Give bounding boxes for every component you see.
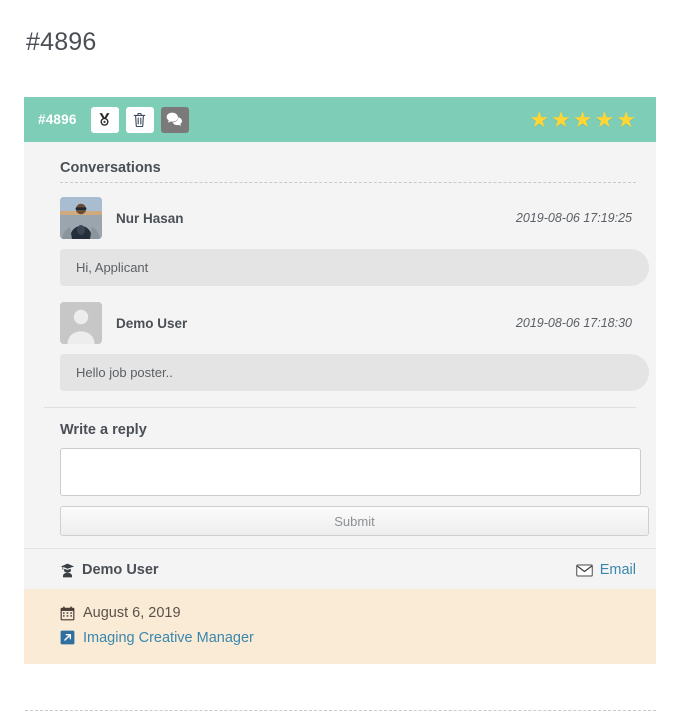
- card-body: Conversations Nur Hasan 2019-08-06 17:19…: [24, 142, 656, 536]
- star-icon[interactable]: ★: [595, 108, 615, 131]
- job-title-row: Imaging Creative Manager: [60, 626, 636, 651]
- award-button[interactable]: [90, 106, 119, 133]
- calendar-icon: [60, 606, 75, 621]
- applicant-name-label: Demo User: [82, 562, 159, 578]
- star-icon[interactable]: ★: [529, 108, 549, 131]
- page-title: #4896: [26, 28, 97, 56]
- reply-textarea[interactable]: [60, 448, 641, 496]
- award-icon: [97, 112, 112, 128]
- user-graduate-icon: [60, 563, 75, 578]
- bottom-separator: [25, 710, 656, 711]
- email-link-label: Email: [599, 562, 636, 578]
- message-author: Demo User: [116, 315, 188, 331]
- conversation-message: Demo User 2019-08-06 17:18:30 Hello job …: [60, 302, 649, 391]
- reply-heading: Write a reply: [60, 422, 147, 438]
- conversations-heading: Conversations: [60, 160, 161, 176]
- reply-form: Write a reply Submit: [60, 422, 649, 536]
- message-bubble: Hello job poster..: [60, 354, 649, 391]
- comments-icon: [166, 112, 183, 127]
- conversation-message: Nur Hasan 2019-08-06 17:19:25 Hi, Applic…: [60, 197, 649, 286]
- card-header-bar: #4896 ★ ★ ★ ★ ★: [24, 97, 656, 142]
- message-header: Nur Hasan 2019-08-06 17:19:25: [60, 197, 636, 239]
- message-timestamp: 2019-08-06 17:19:25: [515, 211, 632, 225]
- star-icon[interactable]: ★: [573, 108, 593, 131]
- posting-date: August 6, 2019: [83, 605, 181, 621]
- message-timestamp: 2019-08-06 17:18:30: [515, 316, 632, 330]
- message-bubble: Hi, Applicant: [60, 249, 649, 286]
- reply-divider: [44, 407, 636, 408]
- message-author: Nur Hasan: [116, 210, 184, 226]
- envelope-icon: [575, 563, 593, 577]
- external-link-icon: [60, 630, 75, 645]
- delete-button[interactable]: [125, 106, 154, 133]
- posting-date-row: August 6, 2019: [60, 601, 636, 626]
- star-icon[interactable]: ★: [616, 108, 636, 131]
- avatar: [60, 197, 102, 239]
- reference-id: #4896: [38, 112, 77, 127]
- conversations-button[interactable]: [160, 106, 189, 133]
- job-details-panel: August 6, 2019 Imaging Creative Manager: [24, 589, 656, 665]
- job-title-link[interactable]: Imaging Creative Manager: [83, 626, 254, 651]
- star-icon[interactable]: ★: [551, 108, 571, 131]
- avatar: [60, 302, 102, 344]
- rating-stars[interactable]: ★ ★ ★ ★ ★: [529, 108, 642, 131]
- submit-button[interactable]: Submit: [60, 506, 649, 536]
- message-header: Demo User 2019-08-06 17:18:30: [60, 302, 636, 344]
- application-card: #4896 ★ ★ ★ ★ ★ Conversations Nur Hasan …: [24, 97, 656, 665]
- email-link[interactable]: Email: [575, 562, 636, 578]
- trash-icon: [133, 112, 146, 128]
- applicant-name: Demo User: [60, 562, 159, 578]
- meta-row: Demo User Email: [24, 548, 656, 589]
- conversations-divider: [60, 182, 636, 183]
